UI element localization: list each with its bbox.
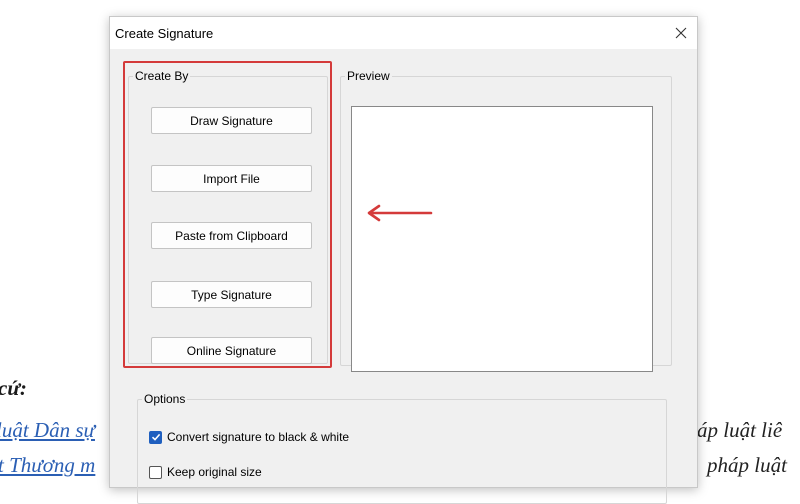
preview-legend: Preview bbox=[347, 69, 390, 83]
dialog-titlebar: Create Signature bbox=[110, 17, 697, 49]
convert-bw-checkbox[interactable] bbox=[149, 430, 162, 444]
close-icon bbox=[675, 27, 687, 39]
convert-bw-option[interactable]: Convert signature to black & white bbox=[149, 430, 349, 444]
online-signature-button[interactable]: Online Signature bbox=[151, 337, 312, 364]
convert-bw-label: Convert signature to black & white bbox=[167, 430, 350, 444]
doc-link-1[interactable]: luật Dân sự bbox=[0, 418, 95, 443]
keep-size-checkbox[interactable] bbox=[149, 465, 162, 479]
keep-size-label: Keep original size bbox=[167, 465, 262, 479]
options-group: Options Convert signature to black & whi… bbox=[137, 392, 667, 504]
options-legend: Options bbox=[144, 392, 186, 406]
doc-text-2: pháp luật bbox=[707, 453, 787, 477]
create-by-group: Create By Draw Signature Import File Pas… bbox=[128, 69, 328, 364]
type-signature-button[interactable]: Type Signature bbox=[151, 281, 312, 308]
dialog-title: Create Signature bbox=[115, 26, 214, 41]
doc-heading: cứ: bbox=[0, 376, 27, 400]
close-button[interactable] bbox=[665, 17, 697, 49]
checkmark-icon bbox=[151, 433, 160, 441]
doc-text-1: áp luật liê bbox=[697, 418, 783, 442]
import-file-button[interactable]: Import File bbox=[151, 165, 312, 192]
keep-size-option[interactable]: Keep original size bbox=[149, 465, 262, 479]
doc-link-2[interactable]: t Thương m bbox=[0, 453, 95, 478]
signature-preview-area bbox=[351, 106, 653, 372]
left-arrow-icon bbox=[367, 204, 433, 222]
create-signature-dialog: Create Signature Create By Draw Signatur… bbox=[109, 16, 698, 504]
draw-signature-button[interactable]: Draw Signature bbox=[151, 107, 312, 134]
paste-from-clipboard-button[interactable]: Paste from Clipboard bbox=[151, 222, 312, 249]
create-by-legend: Create By bbox=[135, 69, 189, 83]
